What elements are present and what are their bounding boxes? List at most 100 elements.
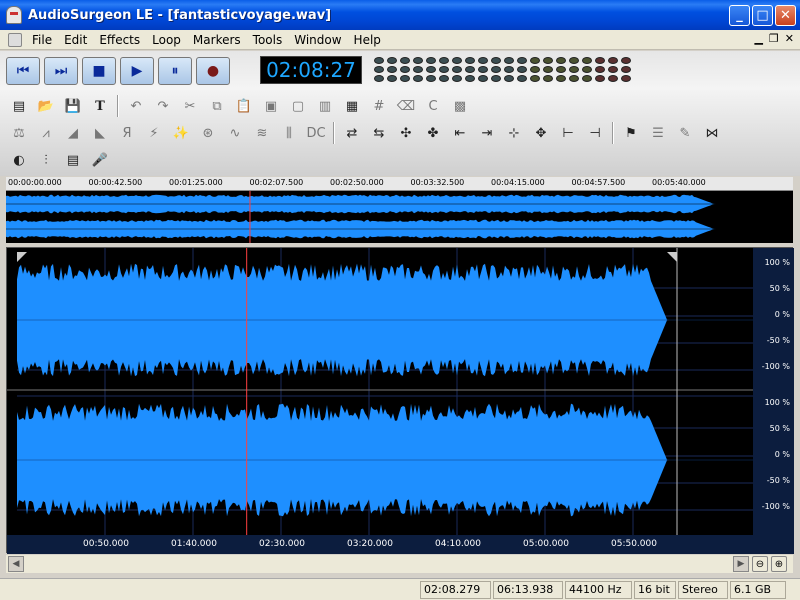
fade-in-icon[interactable]: ◢ (60, 121, 86, 145)
paste-icon[interactable]: 📋 (231, 94, 257, 118)
zoom-out-button[interactable]: ⊖ (752, 556, 768, 572)
led-indicator (608, 66, 618, 73)
split-icon[interactable]: ▩ (447, 94, 473, 118)
toolbar-separator (333, 122, 335, 144)
waveform-view-icon[interactable]: ⫶ (33, 148, 59, 172)
level-label: 50 % (769, 284, 790, 293)
spectrum-icon[interactable]: ◐ (6, 148, 32, 172)
pop-icon[interactable]: ⊛ (195, 121, 221, 145)
led-indicator (452, 75, 462, 82)
marker-loop-2-icon[interactable]: ⇆ (366, 121, 392, 145)
overview-waveform[interactable]: 00:00:00.000 00:00:42.500 00:01:25.000 00:0… (6, 177, 793, 243)
copy-icon[interactable]: ⧉ (204, 94, 230, 118)
balance-icon[interactable]: ⚖ (6, 121, 32, 145)
marker-left-icon[interactable]: ⇤ (447, 121, 473, 145)
reverse-icon[interactable]: Я (114, 121, 140, 145)
minimize-button[interactable]: _ (729, 5, 750, 26)
maximize-button[interactable]: □ (752, 5, 773, 26)
led-indicator (452, 57, 462, 64)
skip-forward-button[interactable]: ⏭ (44, 57, 78, 85)
title-bar: AudioSurgeon LE - [fantasticvoyage.wav] … (0, 0, 800, 30)
new-file-icon[interactable]: ▤ (6, 94, 32, 118)
menu-file[interactable]: File (26, 33, 58, 47)
insert-silence-icon[interactable]: ▥ (312, 94, 338, 118)
marker-merge-icon[interactable]: ⊹ (501, 121, 527, 145)
marker-loop-icon[interactable]: ⇄ (339, 121, 365, 145)
marker-edit-icon[interactable]: ✎ (672, 121, 698, 145)
menu-help[interactable]: Help (348, 33, 387, 47)
menu-edit[interactable]: Edit (58, 33, 93, 47)
level-label: 0 % (774, 310, 790, 319)
list-view-icon[interactable]: ▤ (60, 148, 86, 172)
equalizer-icon[interactable]: ⫼ (276, 121, 302, 145)
led-indicator (582, 75, 592, 82)
menu-window[interactable]: Window (288, 33, 347, 47)
text-icon[interactable]: T (87, 94, 113, 118)
paste-new-icon[interactable]: ▢ (285, 94, 311, 118)
zoom-in-button[interactable]: ⊕ (771, 556, 787, 572)
menu-tools[interactable]: Tools (247, 33, 289, 47)
marker-expand-icon[interactable]: ✥ (528, 121, 554, 145)
undo-icon[interactable]: ↶ (123, 94, 149, 118)
led-indicator (569, 75, 579, 82)
cut-icon[interactable]: ✂ (177, 94, 203, 118)
marker-end-icon[interactable]: ⊣ (582, 121, 608, 145)
flag-marker-icon[interactable]: ⚑ (618, 121, 644, 145)
mdi-restore-icon[interactable]: ❐ (769, 32, 779, 45)
menu-markers[interactable]: Markers (187, 33, 247, 47)
marker-list-icon[interactable]: ☰ (645, 121, 671, 145)
overview-tick-label: 00:05:40.000 (652, 178, 706, 187)
horizontal-scrollbar[interactable]: ◀ ▶ ⊖ ⊕ (6, 555, 793, 573)
led-indicator (543, 57, 553, 64)
scroll-left-icon: ◀ (12, 559, 20, 569)
select-all-icon[interactable]: ▦ (339, 94, 365, 118)
play-button[interactable]: ▶ (120, 57, 154, 85)
menu-loop[interactable]: Loop (146, 33, 187, 47)
menu-bar: File Edit Effects Loop Markers Tools Win… (0, 30, 800, 50)
amplify-icon[interactable]: ⩘ (33, 121, 59, 145)
record-button[interactable]: ● (196, 57, 230, 85)
open-folder-icon[interactable]: 📂 (33, 94, 59, 118)
led-indicator (595, 57, 605, 64)
scroll-left-button[interactable]: ◀ (8, 556, 24, 572)
pause-button[interactable]: ⏸ (158, 57, 192, 85)
fade-out-icon[interactable]: ◣ (87, 121, 113, 145)
skip-back-button[interactable]: ⏮ (6, 57, 40, 85)
close-button[interactable]: ✕ (775, 5, 796, 26)
led-indicator (387, 57, 397, 64)
erase-icon[interactable]: ⌫ (393, 94, 419, 118)
marker-right-icon[interactable]: ⇥ (474, 121, 500, 145)
save-icon[interactable]: 💾 (60, 94, 86, 118)
redo-icon[interactable]: ↷ (150, 94, 176, 118)
led-indicator (608, 57, 618, 64)
paste-mix-icon[interactable]: ▣ (258, 94, 284, 118)
echo-icon[interactable]: ⚡ (141, 121, 167, 145)
menu-effects[interactable]: Effects (93, 33, 146, 47)
noise-reduction-icon[interactable]: ≋ (249, 121, 275, 145)
toolbar-separator (117, 95, 119, 117)
led-indicator (465, 75, 475, 82)
mdi-close-icon[interactable]: ✕ (785, 32, 794, 45)
marker-move-icon[interactable]: ✣ (393, 121, 419, 145)
envelope-icon[interactable]: ∿ (222, 121, 248, 145)
waveform-panel[interactable]: 100 % 50 % 0 % -50 % -100 % 100 % 50 % 0 % -50 %… (6, 247, 794, 554)
marker-split-icon[interactable]: ✤ (420, 121, 446, 145)
level-label: 50 % (769, 424, 790, 433)
led-indicator (413, 57, 423, 64)
skip-forward-icon: ⏭ (54, 63, 68, 79)
microphone-icon[interactable]: 🎤 (87, 148, 113, 172)
crop-icon[interactable]: C (420, 94, 446, 118)
led-indicator (491, 57, 501, 64)
led-indicator (543, 66, 553, 73)
marker-start-icon[interactable]: ⊢ (555, 121, 581, 145)
dc-offset-icon[interactable]: DC (303, 121, 329, 145)
overview-time-ruler: 00:00:00.000 00:00:42.500 00:01:25.000 00:0… (6, 177, 793, 191)
stop-button[interactable]: ■ (82, 57, 116, 85)
led-indicator (413, 75, 423, 82)
mdi-minimize-icon[interactable]: ▁ (754, 32, 762, 45)
magic-wand-icon[interactable]: ✨ (168, 121, 194, 145)
bowtie-icon[interactable]: ⋈ (699, 121, 725, 145)
document-icon[interactable] (8, 32, 22, 47)
trim-icon[interactable]: # (366, 94, 392, 118)
scroll-right-button[interactable]: ▶ (733, 556, 749, 572)
